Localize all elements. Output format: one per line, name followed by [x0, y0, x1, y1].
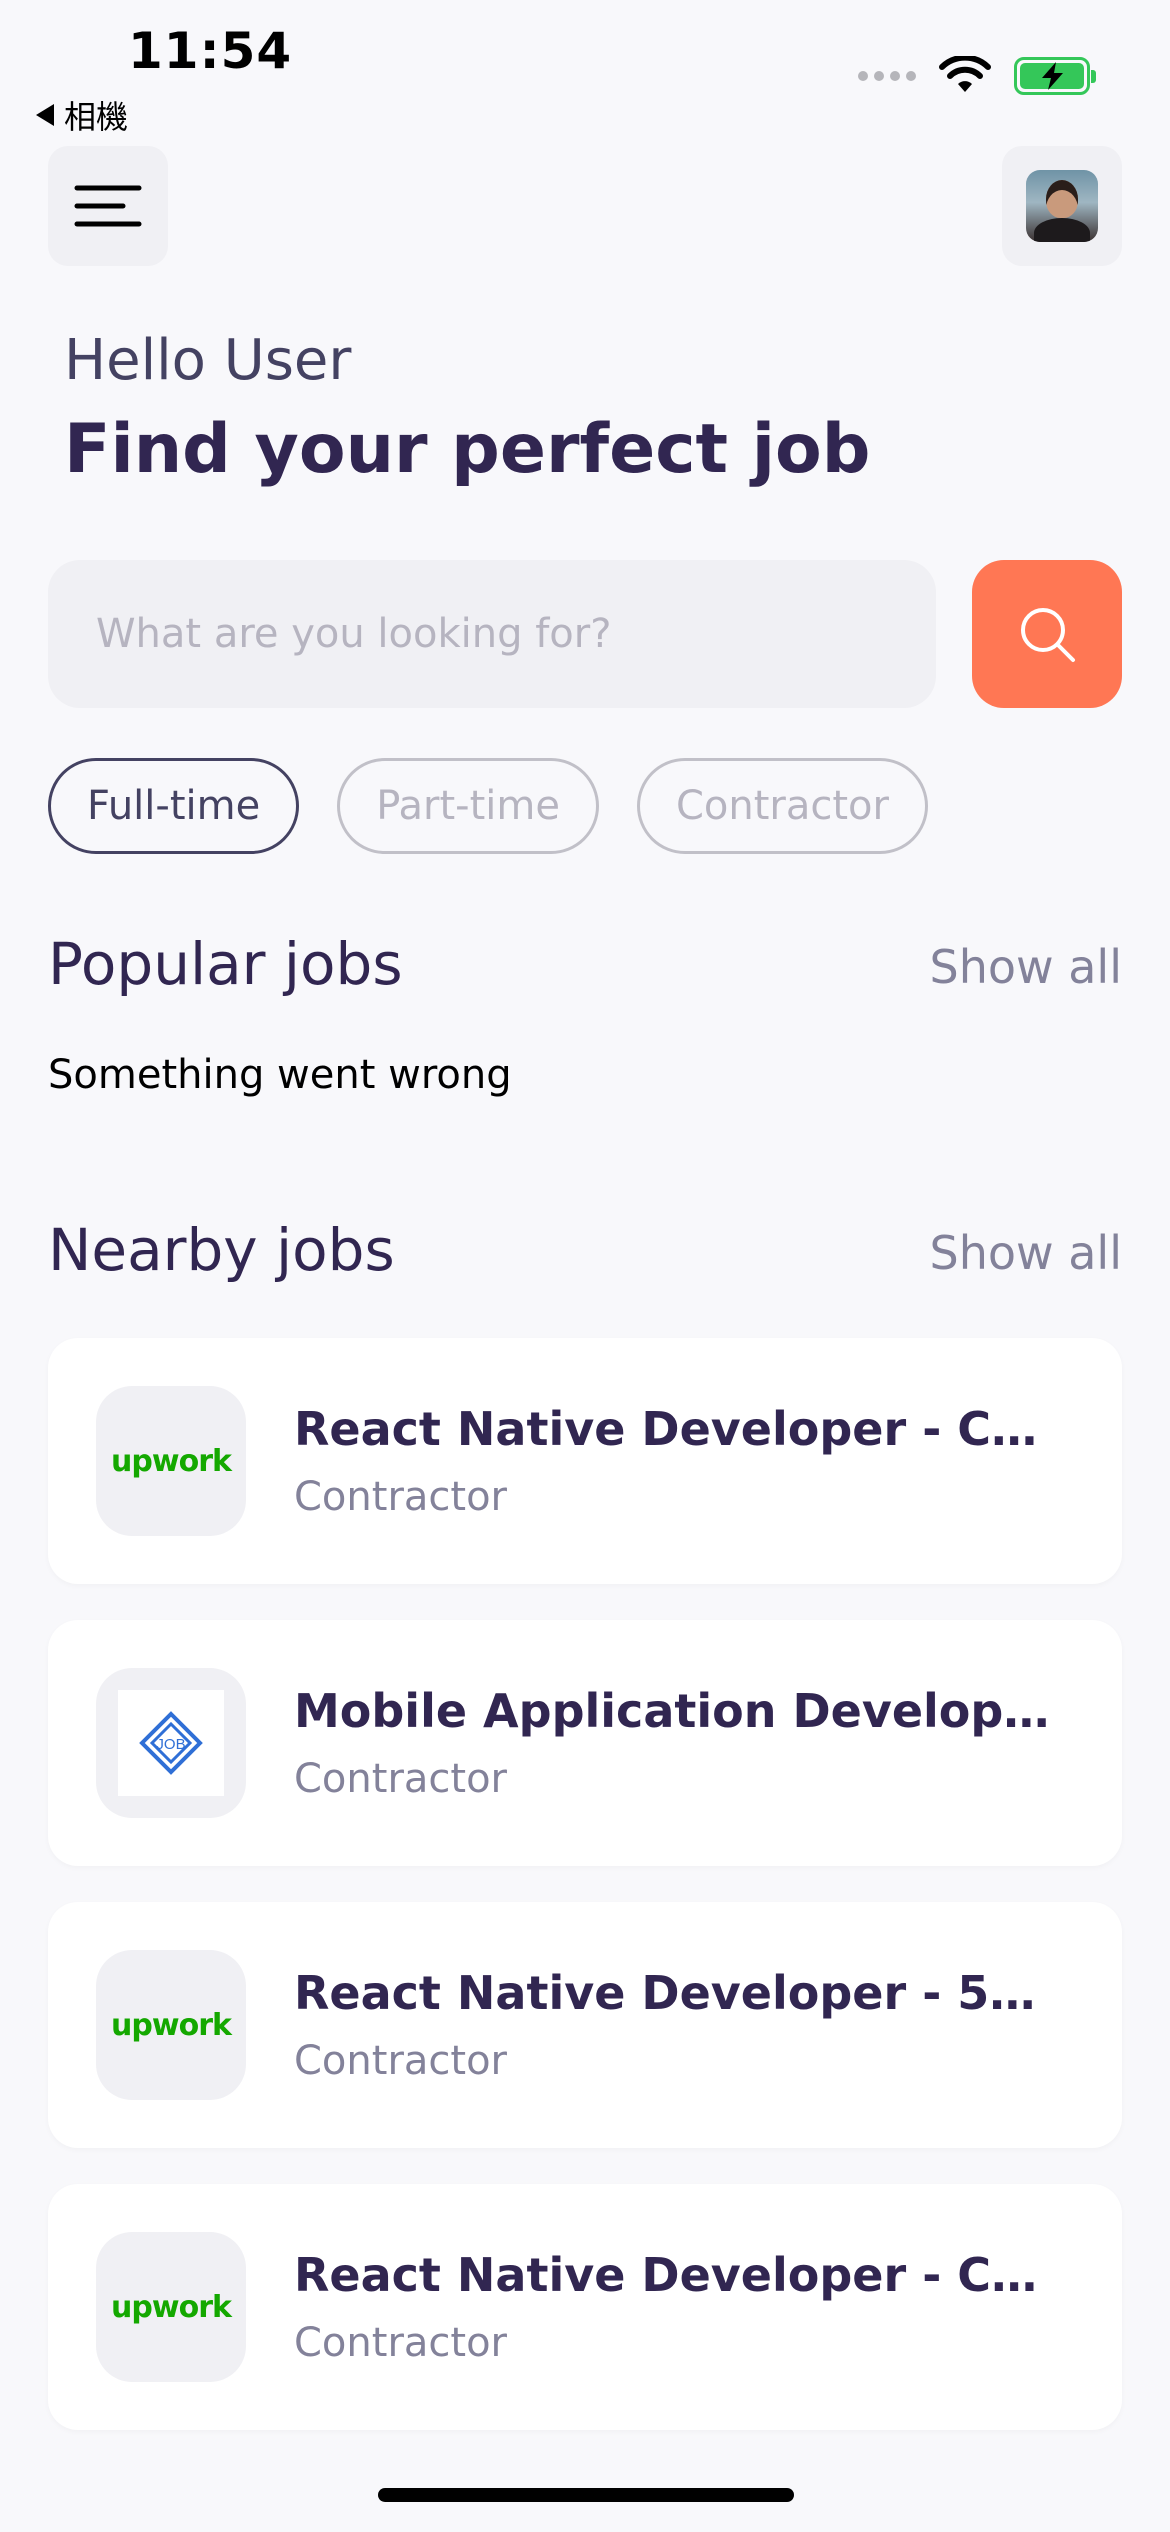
popular-jobs-error: Something went wrong	[48, 1052, 512, 1098]
back-label: 相機	[64, 98, 129, 136]
greeting-text: Hello User	[64, 328, 352, 393]
job-search-home-screen: 11:54 相機 Hello User Find your perfect jo…	[0, 0, 1170, 2532]
menu-button[interactable]	[48, 146, 168, 266]
job-title: React Native Developer - Con...	[294, 2248, 1054, 2302]
back-arrow-icon	[36, 104, 54, 126]
upwork-logo: upwork	[111, 2289, 232, 2325]
tab-full-time[interactable]: Full-time	[48, 758, 300, 854]
job-type-tabs: Full-time Part-time Contractor	[48, 758, 928, 854]
cellular-signal-icon	[858, 71, 916, 81]
job-type: Contractor	[294, 2038, 507, 2084]
wifi-icon	[939, 56, 991, 92]
job-card[interactable]: JOB Mobile Application Developer... Cont…	[48, 1620, 1122, 1866]
upwork-logo: upwork	[111, 2007, 232, 2043]
search-field-container	[48, 560, 936, 708]
search-input[interactable]	[96, 611, 936, 657]
company-logo: upwork	[96, 2232, 246, 2382]
svg-text:JOB: JOB	[156, 1736, 185, 1753]
company-logo: JOB	[96, 1668, 246, 1818]
page-title: Find your perfect job	[64, 410, 871, 489]
job-type: Contractor	[294, 2320, 507, 2366]
profile-button[interactable]	[1002, 146, 1122, 266]
nearby-show-all-button[interactable]: Show all	[930, 1226, 1123, 1280]
tab-part-time[interactable]: Part-time	[337, 758, 599, 854]
popular-jobs-title: Popular jobs	[48, 930, 403, 998]
job-title: React Native Developer - Con...	[294, 1402, 1054, 1456]
tab-contractor[interactable]: Contractor	[636, 758, 928, 854]
job-diamond-logo: JOB	[118, 1690, 224, 1796]
back-to-camera-link[interactable]: 相機	[36, 92, 128, 138]
company-logo: upwork	[96, 1386, 246, 1536]
battery-charging-icon	[1014, 57, 1096, 95]
job-title: Mobile Application Developer...	[294, 1684, 1054, 1738]
hamburger-menu-icon	[74, 185, 142, 227]
job-card[interactable]: upwork React Native Developer - 500... C…	[48, 1902, 1122, 2148]
popular-show-all-button[interactable]: Show all	[930, 940, 1123, 994]
company-logo: upwork	[96, 1950, 246, 2100]
job-type: Contractor	[294, 1474, 507, 1520]
job-type: Contractor	[294, 1756, 507, 1802]
search-icon	[1021, 608, 1075, 662]
avatar	[1026, 170, 1098, 242]
status-time: 11:54	[128, 22, 293, 80]
home-indicator[interactable]	[378, 2488, 794, 2502]
nearby-jobs-title: Nearby jobs	[48, 1216, 395, 1284]
job-card[interactable]: upwork React Native Developer - Con... C…	[48, 1338, 1122, 1584]
upwork-logo: upwork	[111, 1443, 232, 1479]
job-title: React Native Developer - 500...	[294, 1966, 1054, 2020]
job-card[interactable]: upwork React Native Developer - Con... C…	[48, 2184, 1122, 2430]
status-indicators	[858, 56, 1096, 96]
search-button[interactable]	[972, 560, 1122, 708]
